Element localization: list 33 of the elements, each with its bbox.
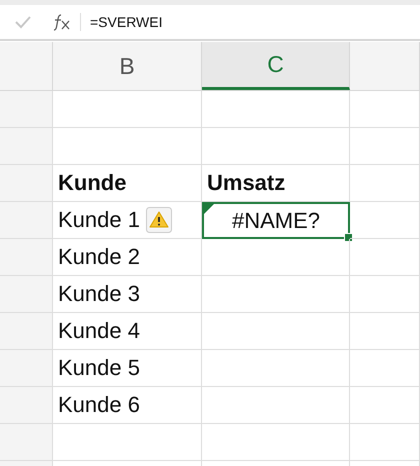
row-header[interactable] [0, 128, 53, 165]
cell-text: #NAME? [232, 208, 320, 234]
row-header[interactable] [0, 91, 53, 128]
column-header[interactable]: C [202, 42, 350, 90]
cell-text: Kunde [57, 170, 126, 196]
table-cell [350, 276, 420, 313]
cell-text: Kunde 4 [57, 318, 140, 344]
row-header[interactable] [0, 313, 53, 350]
cell-text: Kunde 6 [57, 392, 140, 418]
row-header[interactable] [0, 276, 53, 313]
function-icon[interactable] [52, 13, 72, 31]
table-cell [350, 202, 420, 239]
row-header[interactable] [0, 387, 53, 424]
table-cell [350, 387, 420, 424]
table-cell [350, 128, 420, 165]
cell-text: Kunde 5 [57, 355, 140, 381]
table-cell[interactable]: #NAME? [202, 202, 350, 239]
table-cell [350, 350, 420, 387]
table-cell [350, 313, 420, 350]
row-header[interactable] [0, 239, 53, 276]
checkmark-icon[interactable] [14, 15, 32, 29]
table-cell [350, 239, 420, 276]
error-indicator-icon [204, 204, 214, 214]
warning-icon[interactable] [146, 207, 172, 233]
row-header[interactable] [0, 424, 53, 461]
row-header[interactable] [0, 165, 53, 202]
cell-text: Kunde 2 [57, 244, 140, 270]
row-header[interactable] [0, 350, 53, 387]
cell-text: Kunde 3 [57, 281, 140, 307]
cell-text: Umsatz [206, 170, 286, 196]
cell-text: Kunde 1 [57, 207, 140, 233]
row-header[interactable] [0, 202, 53, 239]
formula-text[interactable]: =SVERWEI [90, 14, 162, 30]
